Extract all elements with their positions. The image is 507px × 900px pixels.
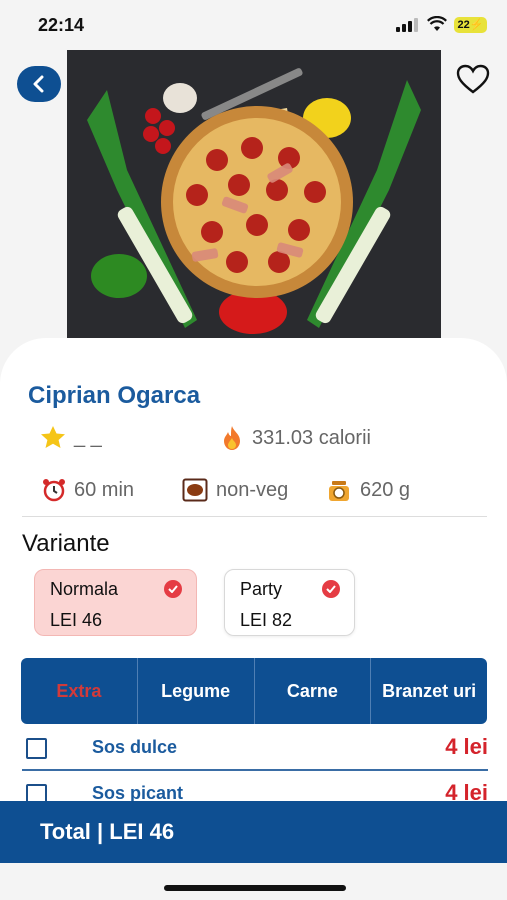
cellular-signal-icon (396, 18, 418, 32)
extra-item[interactable]: Sos dulce 4 lei (22, 726, 488, 770)
total-label: Total | LEI 46 (40, 819, 175, 844)
scale-icon (326, 478, 352, 502)
chevron-left-icon (33, 75, 44, 93)
checkbox[interactable] (26, 738, 47, 759)
cook-time: 60 min (42, 478, 134, 502)
product-title: Ciprian Ogarca (28, 382, 201, 409)
check-circle-icon (322, 580, 340, 598)
battery-level: 22 (457, 19, 470, 31)
cook-time-value: 60 min (74, 478, 135, 501)
weight-value: 620 g (360, 478, 411, 501)
divider (22, 516, 487, 517)
calories: 331.03 calorii (220, 425, 371, 451)
weight: 620 g (326, 478, 410, 502)
variant-normala[interactable]: Normala LEI 46 (34, 569, 197, 636)
home-indicator[interactable] (164, 885, 346, 891)
fire-icon (220, 425, 244, 451)
rating-value: _ _ (74, 425, 102, 448)
star-icon (40, 425, 66, 449)
extras-tabs: Extra Legume Carne Branzet uri (21, 658, 487, 724)
wifi-icon (427, 16, 447, 31)
back-button[interactable] (17, 66, 61, 102)
extra-price: 4 lei (445, 734, 488, 759)
total-bar[interactable]: Total | LEI 46 (0, 801, 507, 863)
calories-value: 331.03 calorii (252, 426, 371, 449)
variant-party[interactable]: Party LEI 82 (224, 569, 355, 636)
status-time: 22:14 (38, 15, 85, 35)
rating: _ _ (40, 425, 102, 449)
battery-icon: 22⚡ (454, 17, 487, 33)
diet-type-value: non-veg (216, 478, 289, 501)
row-divider (22, 769, 488, 771)
diet-type: non-veg (182, 478, 288, 502)
variant-name: Party (240, 579, 283, 599)
hero-image (67, 50, 441, 340)
status-bar: 22:14 22⚡ (0, 0, 507, 50)
tab-legume[interactable]: Legume (138, 658, 255, 724)
variant-name: Normala (50, 579, 119, 599)
non-veg-icon (182, 478, 208, 502)
tab-carne[interactable]: Carne (255, 658, 372, 724)
variant-price: LEI 46 (50, 610, 103, 630)
tab-extra[interactable]: Extra (21, 658, 138, 724)
extra-label: Sos dulce (92, 737, 178, 757)
favorite-button[interactable] (455, 62, 491, 96)
variants-title: Variante (22, 530, 110, 557)
home-area (0, 863, 507, 900)
tab-branzeturi[interactable]: Branzet uri (371, 658, 487, 724)
variant-price: LEI 82 (240, 610, 293, 630)
pizza-photo (67, 50, 441, 340)
heart-outline-icon (456, 64, 490, 94)
check-circle-icon (164, 580, 182, 598)
alarm-clock-icon (42, 478, 66, 502)
